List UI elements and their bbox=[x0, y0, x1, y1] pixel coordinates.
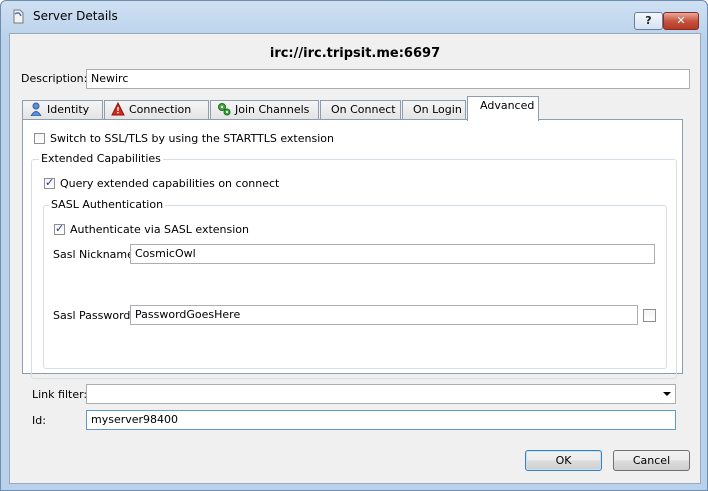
app-icon bbox=[13, 9, 24, 24]
close-button[interactable]: ✕ bbox=[663, 12, 699, 30]
tab-label: Identity bbox=[47, 103, 90, 116]
ok-button[interactable]: OK bbox=[525, 450, 602, 471]
tab-label: Advanced bbox=[480, 99, 535, 112]
query-caps-checkbox[interactable] bbox=[44, 176, 55, 189]
sasl-auth-label: Authenticate via SASL extension bbox=[70, 223, 250, 236]
sasl-password-label: Sasl Password: bbox=[53, 309, 135, 322]
extended-capabilities-title: Extended Capabilities bbox=[39, 152, 163, 165]
description-label: Description: bbox=[21, 72, 88, 85]
sasl-auth-checkbox[interactable] bbox=[54, 222, 65, 235]
tab-label: Join Channels bbox=[235, 103, 310, 116]
tab-label: Connection bbox=[129, 103, 192, 116]
sasl-password-field[interactable]: PasswordGoesHere bbox=[130, 305, 638, 325]
sasl-nickname-field[interactable]: CosmicOwl bbox=[130, 244, 655, 264]
tab-connection[interactable]: Connection bbox=[104, 100, 209, 120]
show-password-checkbox[interactable] bbox=[643, 309, 656, 322]
server-details-window: Server Details ? ✕ irc://irc.tripsit.me:… bbox=[0, 0, 708, 491]
tab-label: On Connect bbox=[331, 103, 396, 116]
starttls-label: Switch to SSL/TLS by using the STARTTLS … bbox=[50, 132, 334, 145]
cancel-button[interactable]: Cancel bbox=[613, 450, 690, 471]
help-button[interactable]: ? bbox=[634, 12, 663, 30]
dialog-body: irc://irc.tripsit.me:6697 Description: N… bbox=[9, 33, 701, 484]
query-caps-label: Query extended capabilities on connect bbox=[60, 177, 280, 190]
sasl-title: SASL Authentication bbox=[49, 198, 166, 211]
tab-advanced[interactable]: Advanced bbox=[467, 96, 539, 121]
tab-identity[interactable]: Identity bbox=[22, 100, 103, 120]
description-field[interactable]: Newirc bbox=[86, 69, 690, 89]
starttls-checkbox[interactable] bbox=[34, 133, 45, 144]
tab-label: On Login bbox=[413, 103, 462, 116]
server-address: irc://irc.tripsit.me:6697 bbox=[269, 46, 441, 61]
person-icon bbox=[30, 102, 42, 116]
tab-join-channels[interactable]: Join Channels bbox=[210, 100, 319, 120]
title-bar[interactable]: Server Details ? ✕ bbox=[1, 1, 707, 31]
chevron-down-icon[interactable] bbox=[663, 392, 671, 396]
sasl-nickname-label: Sasl Nickname: bbox=[53, 248, 138, 261]
link-filter-label: Link filter: bbox=[32, 388, 88, 401]
id-label: Id: bbox=[32, 414, 46, 427]
warning-icon bbox=[111, 102, 125, 116]
window-title: Server Details bbox=[33, 9, 118, 23]
id-field[interactable]: myserver98400 bbox=[86, 410, 676, 430]
advanced-panel: Switch to SSL/TLS by using the STARTTLS … bbox=[22, 119, 683, 379]
gears-icon bbox=[218, 103, 231, 116]
link-filter-combobox[interactable] bbox=[86, 384, 676, 404]
tab-on-login[interactable]: On Login bbox=[402, 100, 466, 120]
tab-on-connect[interactable]: On Connect bbox=[320, 100, 401, 120]
